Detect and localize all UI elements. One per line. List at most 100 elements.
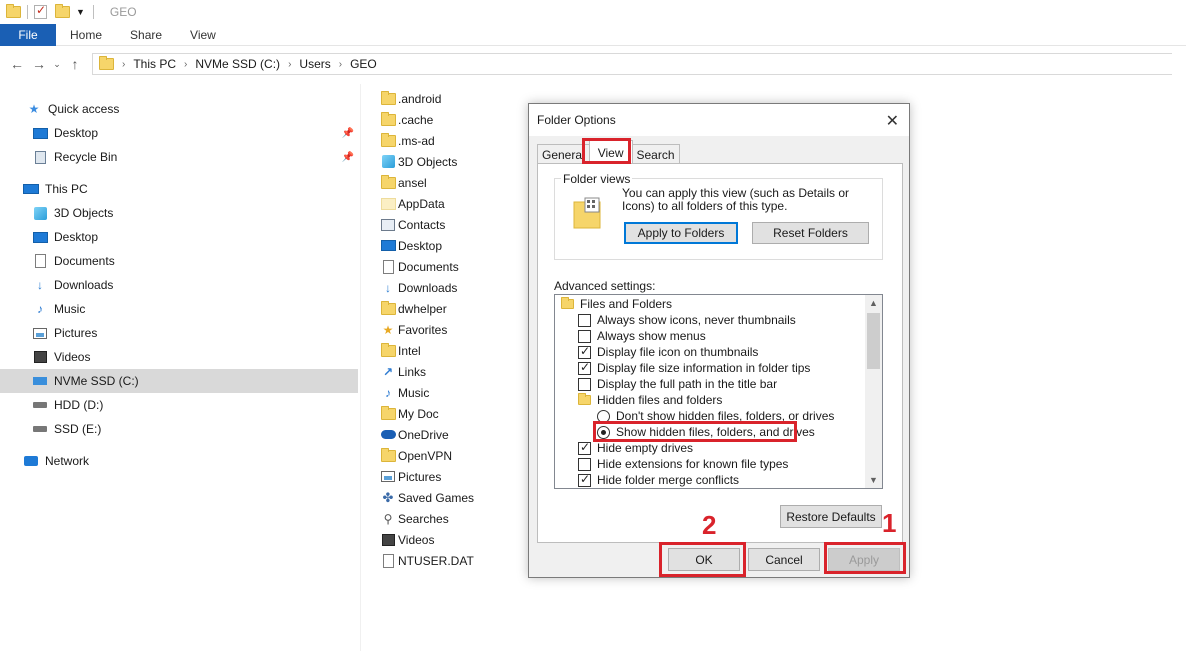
folder-icon <box>99 56 114 70</box>
list-item[interactable]: ✤ Saved Games <box>380 487 475 508</box>
advanced-settings-label: Advanced settings: <box>554 279 656 293</box>
list-item[interactable]: ↗ Links <box>380 361 426 382</box>
nav-hdd[interactable]: HDD (D:) <box>0 393 358 417</box>
chevron-right-icon[interactable]: › <box>122 59 125 70</box>
tab-file[interactable]: File <box>0 24 56 46</box>
crumb-nvme[interactable]: NVMe SSD (C:) <box>195 57 280 71</box>
reset-folders-button[interactable]: Reset Folders <box>752 222 869 244</box>
nav-pictures[interactable]: Pictures <box>0 321 358 345</box>
list-item[interactable]: My Doc <box>380 403 439 424</box>
checkbox[interactable] <box>578 440 591 455</box>
nav-videos[interactable]: Videos <box>0 345 358 369</box>
address-row: ← → ⌄ ↑ › This PC › NVMe SSD (C:) › User… <box>0 52 1186 76</box>
tab-search[interactable]: Search <box>631 144 680 164</box>
tab-view[interactable]: View <box>176 24 230 46</box>
setting-hide-extensions[interactable]: Hide extensions for known file types <box>578 456 788 472</box>
list-item[interactable]: Desktop <box>380 235 442 256</box>
list-item[interactable]: ansel <box>380 172 427 193</box>
pin-icon[interactable]: 📌 <box>342 128 354 139</box>
file-name: Desktop <box>398 238 443 253</box>
chevron-right-icon[interactable]: › <box>184 59 187 70</box>
list-item[interactable]: ★ Favorites <box>380 319 448 340</box>
properties-icon[interactable] <box>34 3 47 19</box>
setting-always-show-icons[interactable]: Always show icons, never thumbnails <box>578 312 796 328</box>
list-item[interactable]: ♪ Music <box>380 382 429 403</box>
scrollbar-thumb[interactable] <box>867 313 880 369</box>
checkbox[interactable] <box>578 457 591 471</box>
folder-icon <box>578 393 591 405</box>
nav-downloads[interactable]: ↓ Downloads <box>0 273 358 297</box>
list-item[interactable]: Contacts <box>380 214 445 235</box>
list-item[interactable]: AppData <box>380 193 445 214</box>
checkbox[interactable] <box>578 360 591 375</box>
list-item[interactable]: dwhelper <box>380 298 447 319</box>
list-item[interactable]: .android <box>380 88 441 109</box>
crumb-users[interactable]: Users <box>299 57 330 71</box>
pin-icon[interactable]: 📌 <box>342 152 354 163</box>
setting-hide-empty-drives[interactable]: Hide empty drives <box>578 440 693 456</box>
scrollbar[interactable]: ▲ ▼ <box>865 295 882 488</box>
tab-home[interactable]: Home <box>56 24 116 46</box>
advanced-settings-list[interactable]: Files and Folders Always show icons, nev… <box>554 294 883 489</box>
setting-always-show-menus[interactable]: Always show menus <box>578 328 706 344</box>
cancel-button[interactable]: Cancel <box>748 548 820 571</box>
setting-display-file-size[interactable]: Display file size information in folder … <box>578 360 810 376</box>
folder-icon <box>380 90 396 105</box>
setting-display-full-path[interactable]: Display the full path in the title bar <box>578 376 777 392</box>
list-item[interactable]: .ms-ad <box>380 130 435 151</box>
restore-defaults-button[interactable]: Restore Defaults <box>780 505 882 528</box>
customize-quick-access-icon[interactable]: ▼ <box>76 7 85 17</box>
close-icon[interactable]: ✕ <box>886 111 899 131</box>
tab-share[interactable]: Share <box>116 24 176 46</box>
chevron-right-icon[interactable]: › <box>288 59 291 70</box>
list-item[interactable]: Videos <box>380 529 434 550</box>
setting-display-file-icon[interactable]: Display file icon on thumbnails <box>578 344 758 360</box>
crumb-this-pc[interactable]: This PC <box>133 57 176 71</box>
nav-nvme-ssd[interactable]: NVMe SSD (C:) <box>0 369 358 393</box>
checkbox[interactable] <box>578 472 591 487</box>
checkbox[interactable] <box>578 313 591 327</box>
list-item[interactable]: OpenVPN <box>380 445 452 466</box>
nav-desktop[interactable]: Desktop <box>0 225 358 249</box>
up-arrow-icon[interactable]: ↑ <box>64 56 86 72</box>
chevron-right-icon[interactable]: › <box>339 59 342 70</box>
list-item[interactable]: ⚲ Searches <box>380 508 449 529</box>
back-arrow-icon[interactable]: ← <box>6 56 28 72</box>
forward-arrow-icon[interactable]: → <box>28 56 50 72</box>
nav-3d-objects[interactable]: 3D Objects <box>0 201 358 225</box>
list-item[interactable]: Documents <box>380 256 459 277</box>
scroll-down-arrow-icon[interactable]: ▼ <box>865 472 882 488</box>
list-item[interactable]: ↓ Downloads <box>380 277 457 298</box>
scroll-up-arrow-icon[interactable]: ▲ <box>865 295 882 311</box>
nav-network[interactable]: Network <box>0 449 358 473</box>
list-item[interactable]: Pictures <box>380 466 441 487</box>
file-name: .cache <box>398 112 434 127</box>
setting-hide-merge-conflicts[interactable]: Hide folder merge conflicts <box>578 472 739 488</box>
nav-documents[interactable]: Documents <box>0 249 358 273</box>
recent-locations-chevron-icon[interactable]: ⌄ <box>50 59 64 70</box>
list-item[interactable]: OneDrive <box>380 424 449 445</box>
checkbox[interactable] <box>578 344 591 359</box>
nav-ssd[interactable]: SSD (E:) <box>0 417 358 441</box>
desktop-icon <box>380 240 396 251</box>
apply-to-folders-button[interactable]: Apply to Folders <box>624 222 738 244</box>
checkbox[interactable] <box>578 329 591 343</box>
nav-music[interactable]: ♪ Music <box>0 297 358 321</box>
list-item[interactable]: 3D Objects <box>380 151 457 172</box>
folder-icon <box>380 132 396 147</box>
nav-label: Quick access <box>48 102 120 116</box>
new-folder-icon[interactable] <box>55 4 70 18</box>
nav-this-pc[interactable]: This PC <box>0 177 358 201</box>
divider <box>27 5 28 19</box>
checkbox[interactable] <box>578 377 591 391</box>
folder-icon <box>380 342 396 357</box>
list-item[interactable]: Intel <box>380 340 421 361</box>
list-item[interactable]: .cache <box>380 109 433 130</box>
nav-qa-recycle-bin[interactable]: Recycle Bin 📌 <box>0 145 358 169</box>
nav-quick-access[interactable]: ★ Quick access <box>0 97 358 121</box>
list-item[interactable]: NTUSER.DAT <box>380 550 474 571</box>
nav-qa-desktop[interactable]: Desktop 📌 <box>0 121 358 145</box>
dialog-title: Folder Options <box>537 113 616 127</box>
breadcrumb[interactable]: › This PC › NVMe SSD (C:) › Users › GEO <box>92 53 1172 75</box>
crumb-geo[interactable]: GEO <box>350 57 377 71</box>
